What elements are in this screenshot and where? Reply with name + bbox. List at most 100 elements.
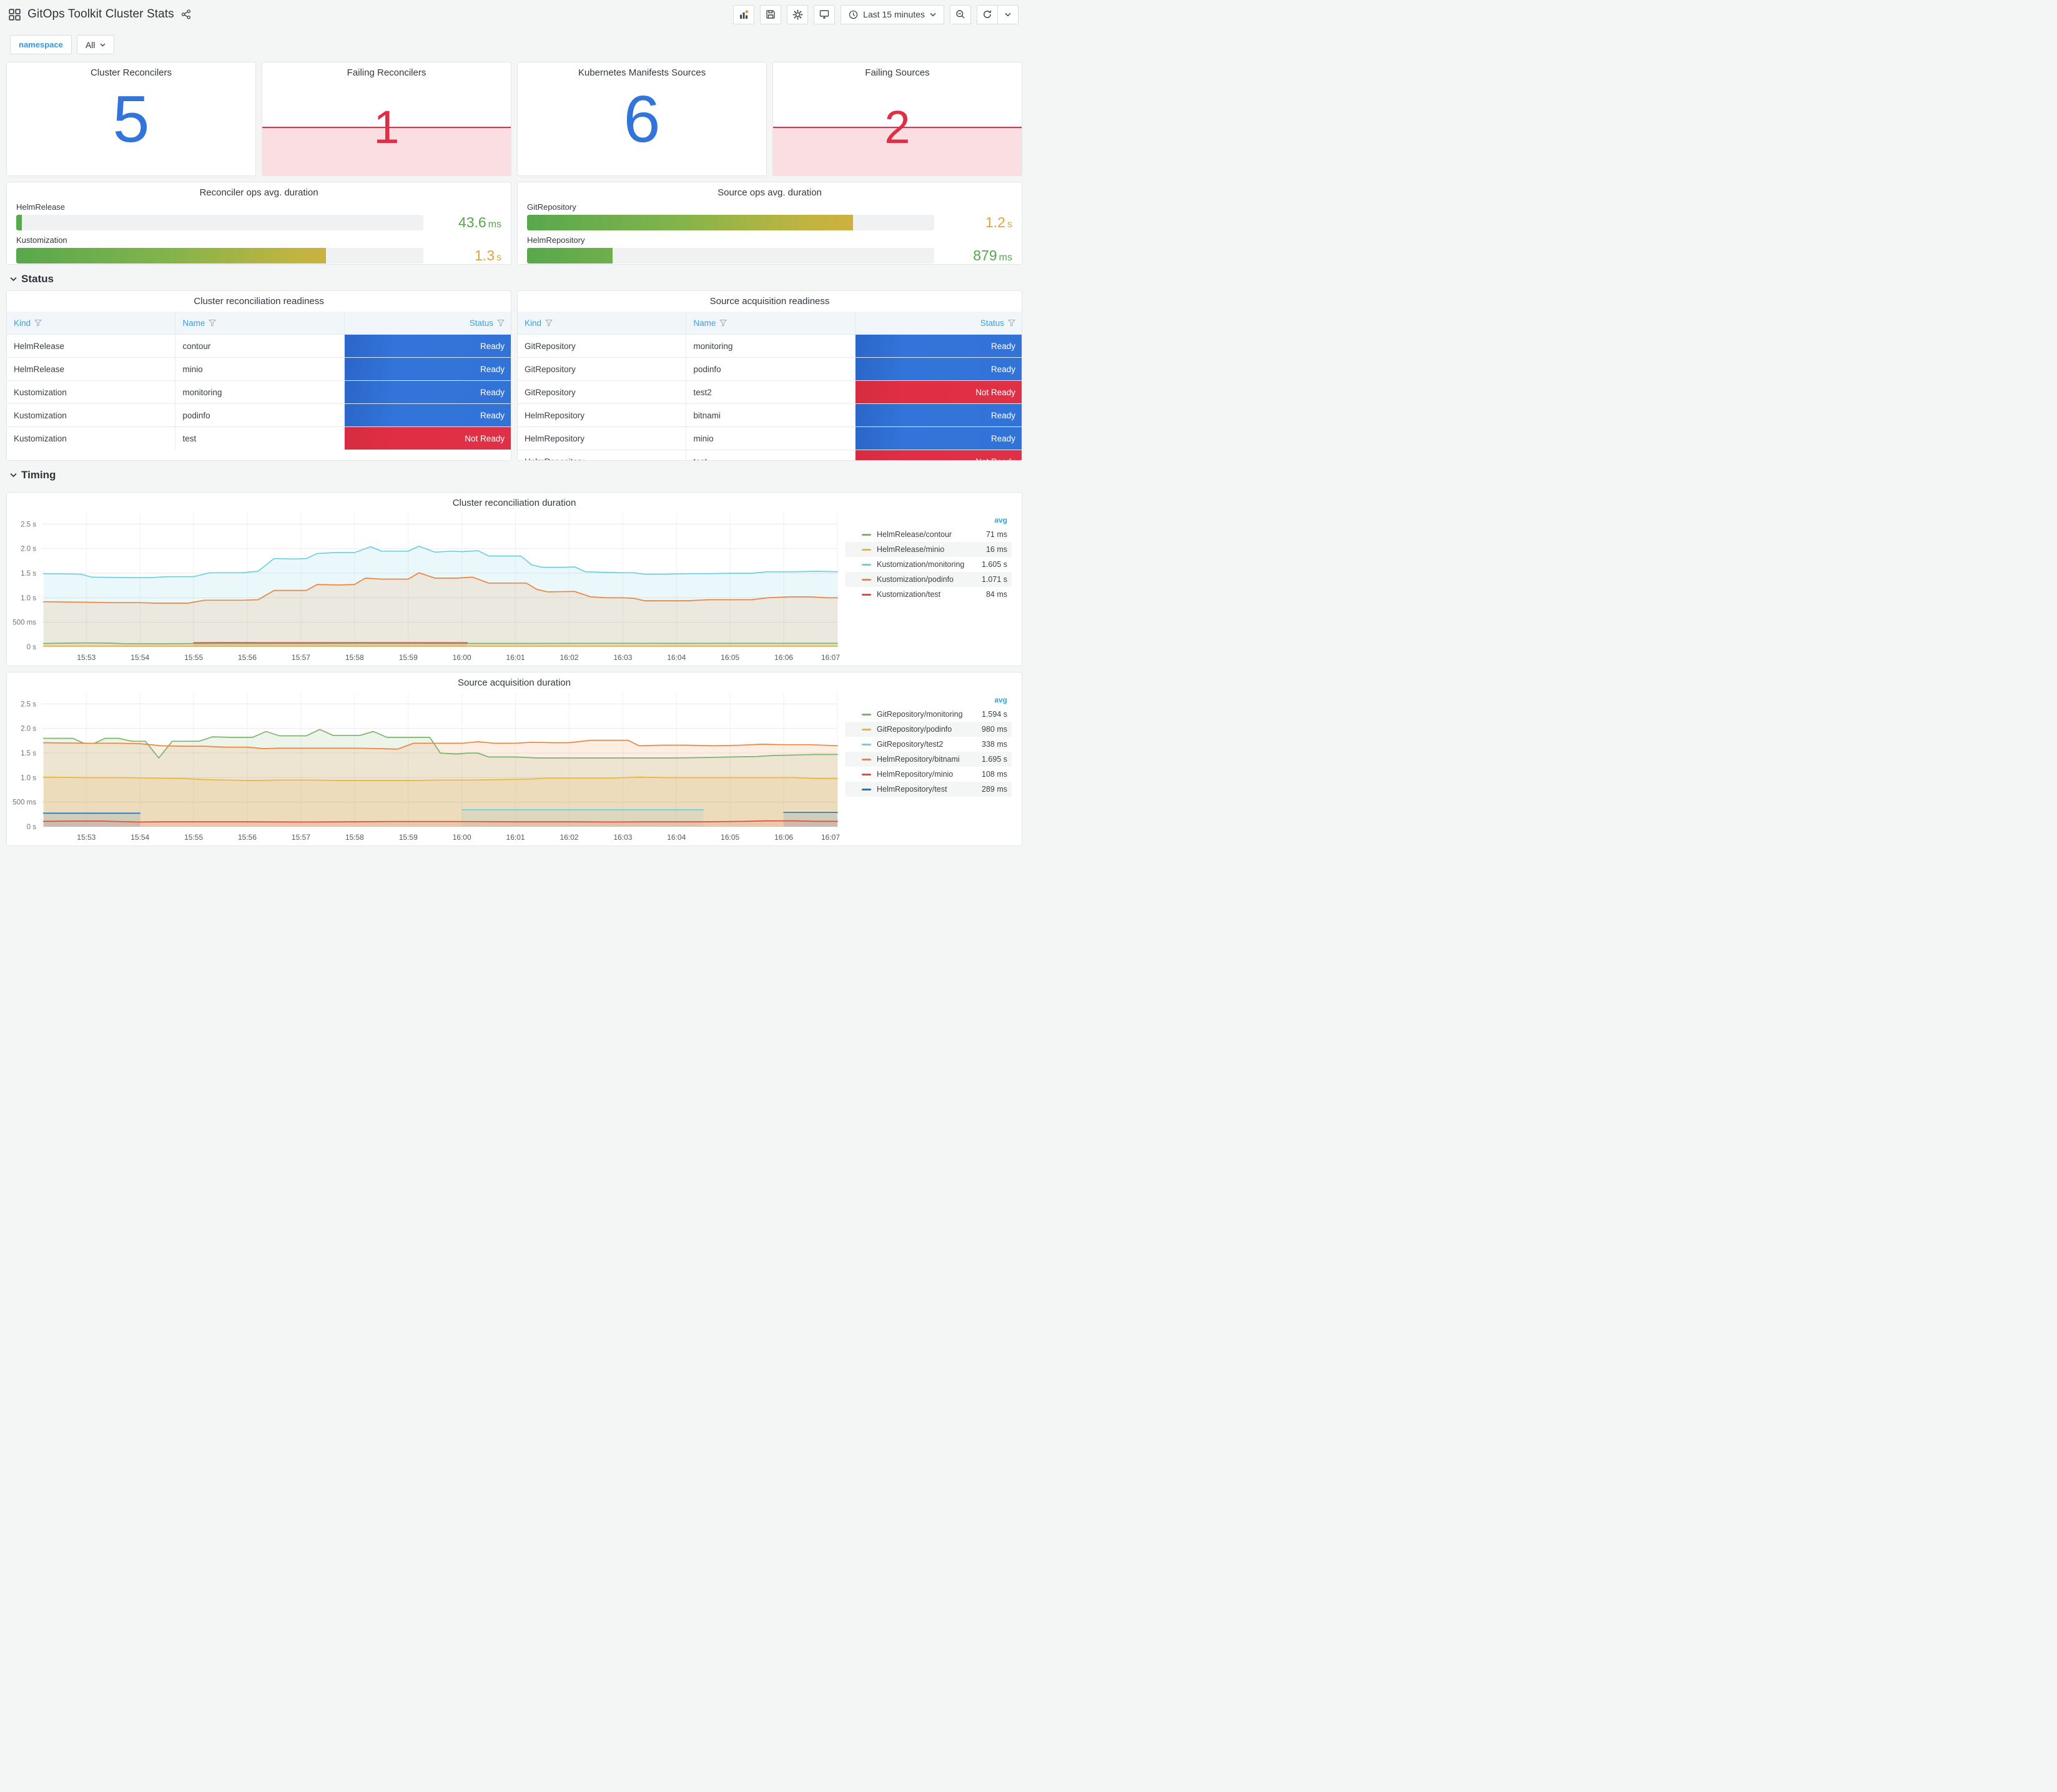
series-avg-value: 71 ms <box>985 530 1007 539</box>
filter-funnel-icon[interactable] <box>34 319 42 327</box>
panel-title[interactable]: Source acquisition readiness <box>518 291 1022 307</box>
x-tick-label: 16:03 <box>613 833 632 842</box>
stat-panel-cluster-reconcilers: Cluster Reconcilers 5 <box>6 62 256 176</box>
legend-item-gitrepository-podinfo[interactable]: GitRepository/podinfo 980 ms <box>845 722 1012 737</box>
gauge-value: 1.3 s <box>475 247 501 263</box>
gauge-label: Kustomization <box>16 235 67 245</box>
column-header-kind[interactable]: Kind <box>7 312 176 334</box>
gauge-label: HelmRepository <box>527 235 585 245</box>
filter-funnel-icon[interactable] <box>1007 319 1015 327</box>
column-header-status[interactable]: Status <box>345 312 511 334</box>
timing-charts: Cluster reconciliation duration 0 s 500 ms… <box>0 492 1028 846</box>
readiness-table: Kind Name Status HelmRelease contour Ready Hel… <box>7 312 511 450</box>
gauge-fill <box>16 248 326 263</box>
refresh-button[interactable] <box>977 4 998 24</box>
column-header-kind[interactable]: Kind <box>518 312 687 334</box>
column-header-name[interactable]: Name <box>686 312 856 334</box>
stat-panel-failing-sources: Failing Sources 2 <box>772 62 1022 176</box>
legend-item-helmrelease-contour[interactable]: HelmRelease/contour 71 ms <box>845 527 1012 542</box>
legend-item-helmrepository-bitnami[interactable]: HelmRepository/bitnami 1.695 s <box>845 752 1012 767</box>
status-tables-row: Cluster reconciliation readiness Kind Name… <box>0 290 1028 461</box>
legend-item-helmrelease-minio[interactable]: HelmRelease/minio 16 ms <box>845 542 1012 557</box>
legend-item-gitrepository-test2[interactable]: GitRepository/test2 338 ms <box>845 737 1012 752</box>
gauge-track <box>16 248 423 263</box>
panel-title[interactable]: Source ops avg. duration <box>527 182 1012 198</box>
namespace-variable-value[interactable]: All <box>76 35 115 54</box>
cell-kind: GitRepository <box>518 358 687 380</box>
y-tick-label: 500 ms <box>12 619 36 627</box>
cell-name: test2 <box>686 381 856 403</box>
series-swatch <box>862 713 871 716</box>
x-tick-label: 15:56 <box>238 653 257 662</box>
legend-item-helmrepository-minio[interactable]: HelmRepository/minio 108 ms <box>845 767 1012 782</box>
share-icon[interactable] <box>181 9 191 19</box>
panel-title[interactable]: Reconciler ops avg. duration <box>16 182 501 198</box>
panel-title[interactable]: Cluster reconciliation readiness <box>7 291 511 307</box>
x-tick-label: 16:05 <box>721 653 739 662</box>
zoom-out-button[interactable] <box>950 4 971 24</box>
namespace-variable-label[interactable]: namespace <box>10 35 72 54</box>
legend-avg-header[interactable]: avg <box>845 516 1012 527</box>
y-tick-label: 500 ms <box>12 799 36 807</box>
table-row: HelmRepository minio Ready <box>518 426 1022 450</box>
time-range-picker[interactable]: Last 15 minutes <box>841 4 944 24</box>
table-panel-cluster-reconciliation-readiness: Cluster reconciliation readiness Kind Name… <box>6 290 511 461</box>
series-swatch <box>862 593 871 596</box>
add-panel-button[interactable] <box>733 4 755 24</box>
series-name: GitRepository/monitoring <box>877 710 963 719</box>
cell-kind: HelmRelease <box>7 335 176 357</box>
series-swatch <box>862 728 871 731</box>
legend-item-helmrepository-test[interactable]: HelmRepository/test 289 ms <box>845 782 1012 797</box>
y-tick-label: 2.5 s <box>21 521 36 528</box>
refresh-interval-picker[interactable] <box>997 4 1019 24</box>
x-tick-label: 16:07 <box>821 833 840 842</box>
series-area-helmrepository-test <box>43 813 141 827</box>
series-avg-value: 1.071 s <box>981 575 1007 584</box>
x-tick-label: 15:56 <box>238 833 257 842</box>
legend-item-kustomization-monitoring[interactable]: Kustomization/monitoring 1.605 s <box>845 557 1012 572</box>
column-header-status[interactable]: Status <box>856 312 1022 334</box>
table-body: HelmRelease contour Ready HelmRelease minio R… <box>7 334 511 450</box>
dashboard-grid-icon[interactable] <box>9 8 21 21</box>
save-dashboard-button[interactable] <box>760 4 782 24</box>
x-tick-label: 15:53 <box>77 653 96 662</box>
cell-kind: Kustomization <box>7 404 176 426</box>
gauge-panel-source-ops-avg-duration: Source ops avg. duration GitRepository 1.2… <box>517 182 1022 265</box>
legend-item-gitrepository-monitoring[interactable]: GitRepository/monitoring 1.594 s <box>845 707 1012 722</box>
cell-status: Ready <box>855 358 1022 380</box>
filter-funnel-icon[interactable] <box>209 319 217 327</box>
clock-icon <box>849 10 858 19</box>
legend-item-kustomization-test[interactable]: Kustomization/test 84 ms <box>845 587 1012 602</box>
cell-status: Ready <box>855 335 1022 357</box>
column-header-name[interactable]: Name <box>175 312 345 334</box>
chart-panel-source-acquisition-duration: Source acquisition duration 0 s 500 ms 1.0 … <box>6 672 1022 846</box>
readiness-table: Kind Name Status GitRepository monitoring Rea… <box>518 312 1022 460</box>
cell-kind: HelmRepository <box>518 450 687 460</box>
x-tick-label: 16:04 <box>667 833 686 842</box>
table-row: Kustomization monitoring Ready <box>7 380 511 403</box>
chart-legend: avg HelmRelease/contour 71 ms HelmRelease/m… <box>841 508 1018 666</box>
time-series-plot[interactable]: 0 s 500 ms 1.0 s 1.5 s 2.0 s 2.5 s 15:53 15:54 1… <box>11 508 841 666</box>
panel-title[interactable]: Cluster reconciliation duration <box>11 493 1018 508</box>
section-header-timing[interactable]: Timing <box>0 461 1028 486</box>
series-swatch <box>862 548 871 551</box>
gauge-line: 43.6 ms <box>16 214 501 231</box>
cycle-view-mode-button[interactable] <box>814 4 836 24</box>
namespace-selected-value: All <box>85 39 96 50</box>
gauge-line: 879 ms <box>527 247 1012 264</box>
x-tick-label: 15:58 <box>345 833 364 842</box>
filter-funnel-icon[interactable] <box>719 319 728 327</box>
cell-status: Not Ready <box>855 381 1022 403</box>
table-row: HelmRelease minio Ready <box>7 357 511 380</box>
cell-name: contour <box>175 335 345 357</box>
time-series-plot[interactable]: 0 s 500 ms 1.0 s 1.5 s 2.0 s 2.5 s 15:53 15:54 1… <box>11 688 841 845</box>
dashboard-settings-button[interactable] <box>787 4 809 24</box>
filter-funnel-icon[interactable] <box>496 319 505 327</box>
legend-item-kustomization-podinfo[interactable]: Kustomization/podinfo 1.071 s <box>845 572 1012 587</box>
section-header-status[interactable]: Status <box>0 265 1028 290</box>
gauge-track <box>527 248 934 263</box>
cell-kind: Kustomization <box>7 381 176 403</box>
legend-avg-header[interactable]: avg <box>845 696 1012 707</box>
filter-funnel-icon[interactable] <box>545 319 553 327</box>
panel-title[interactable]: Source acquisition duration <box>11 672 1018 688</box>
